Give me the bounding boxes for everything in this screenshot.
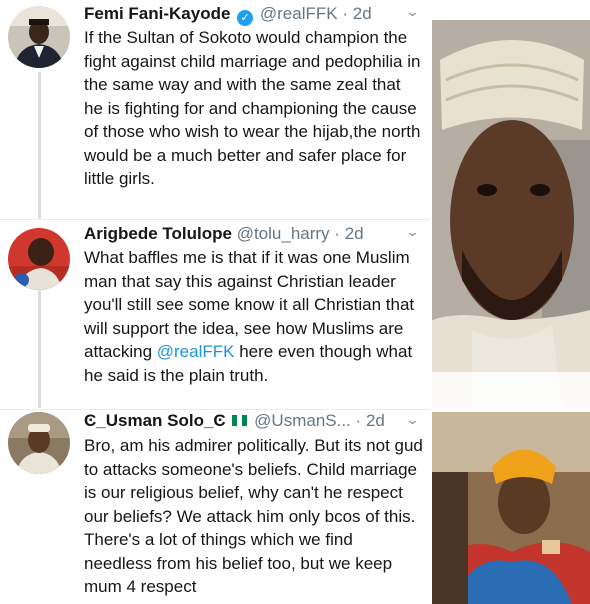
verified-check-icon: ✓ [237,10,254,26]
separator-dot: · [334,224,340,243]
avatar[interactable] [8,412,70,474]
separator-dot: · [342,4,349,23]
chevron-down-icon[interactable]: ⌄ [405,412,420,428]
tweet-header: Ͼ_Usman Solo_Ͼ @UsmanS... · 2d [84,410,385,432]
tweet-text: What baffles me is that if it was one Mu… [84,246,424,387]
author-name[interactable]: Arigbede Tolulope [84,224,232,243]
mention-link[interactable]: @realFFK [157,342,235,361]
chevron-down-icon[interactable]: ⌄ [405,4,420,20]
tweet-arigbede[interactable]: Arigbede Tolulope @tolu_harry · 2d ⌄ Wha… [0,220,430,408]
separator-dot: · [355,411,362,430]
author-handle[interactable]: @UsmanS... [254,411,351,430]
tweet-text: Bro, am his admirer politically. But its… [84,436,423,596]
author-name[interactable]: Femi Fani-Kayode [84,4,230,23]
tweet-header: Arigbede Tolulope @tolu_harry · 2d [84,223,364,245]
avatar[interactable] [8,228,70,290]
timestamp[interactable]: 2d [366,411,385,430]
tweet-femi[interactable]: Femi Fani-Kayode ✓ @realFFK · 2d ⌄ If th… [0,0,430,218]
author-name[interactable]: Ͼ_Usman Solo_Ͼ [84,411,226,430]
man-photo [432,20,590,408]
tweet-header: Femi Fani-Kayode ✓ @realFFK · 2d [84,3,372,26]
girl-photo [432,412,590,604]
tweet-text: If the Sultan of Sokoto would champion t… [84,28,421,188]
avatar[interactable] [8,6,70,68]
tweet-usman[interactable]: Ͼ_Usman Solo_Ͼ @UsmanS... · 2d ⌄ Bro, am… [0,410,430,604]
author-handle[interactable]: @realFFK [260,4,338,23]
timestamp[interactable]: 2d [353,4,372,23]
nigeria-flag-icon [232,415,248,426]
author-handle[interactable]: @tolu_harry [237,224,330,243]
timestamp[interactable]: 2d [345,224,364,243]
chevron-down-icon[interactable]: ⌄ [405,224,420,240]
